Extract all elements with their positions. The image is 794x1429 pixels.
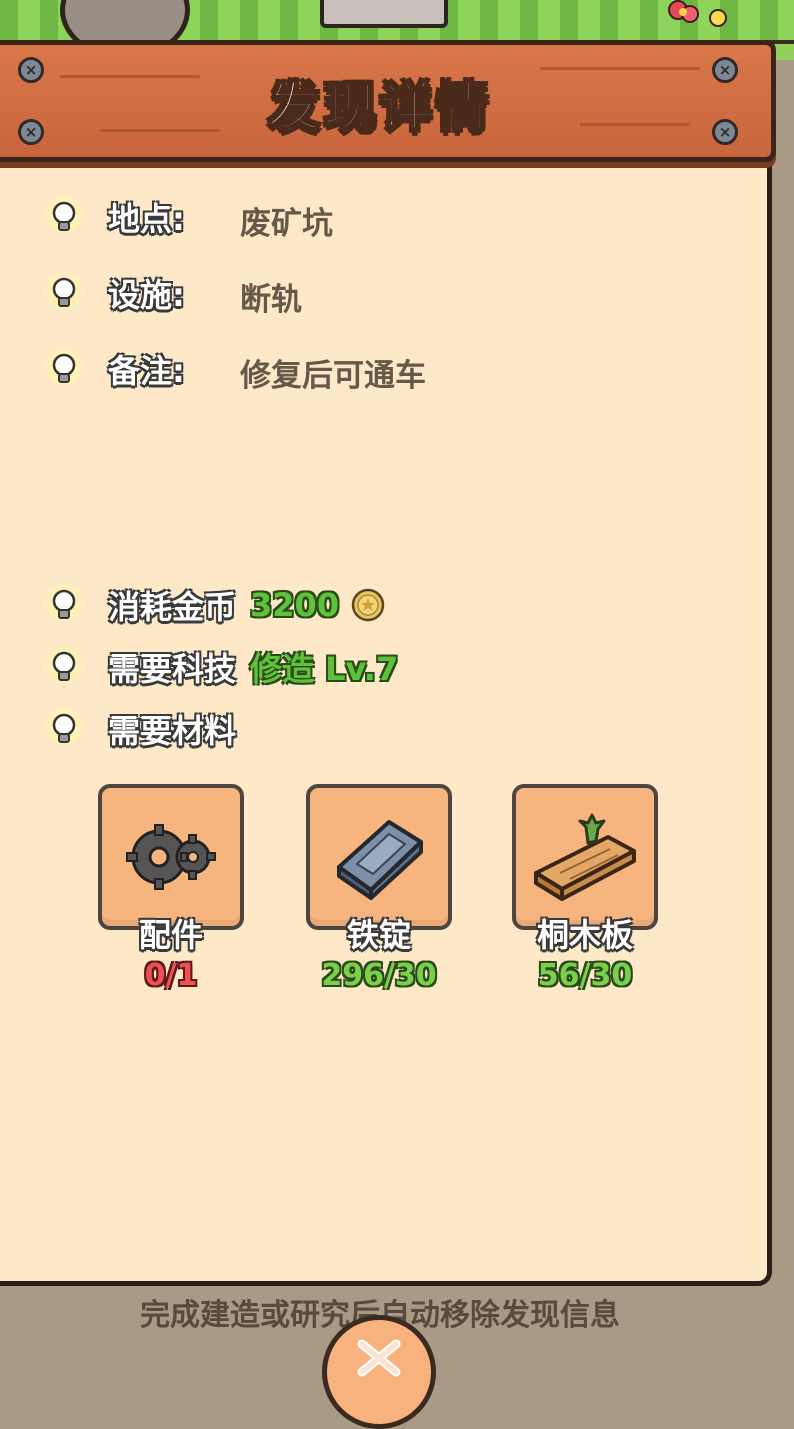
facility-value: 断轨 [240,282,302,318]
materials-label: 需要材料 [108,712,237,750]
material-name: 铁锭 [346,916,411,954]
location-label: 地点: [108,200,185,238]
wood-plank-icon [534,813,636,901]
small-flower-icon [709,9,727,27]
wooden-sign [320,0,448,28]
lightbulb-icon [46,197,82,233]
material-name: 桐木板 [536,916,633,954]
cost-row: 消耗金币 3200 [42,582,385,628]
material-tile[interactable] [512,784,658,930]
lightbulb-icon [46,273,82,309]
tech-row: 需要科技 修造 Lv.7 [42,644,398,690]
material-count: 0/1 [144,958,198,993]
lightbulb-icon [46,647,82,683]
close-button[interactable] [322,1315,436,1429]
note-label: 备注: [108,352,185,390]
tech-value: 修造 Lv.7 [250,650,399,688]
note-row: 备注: [42,346,185,392]
material-tile[interactable] [306,784,452,930]
facility-row: 设施: [42,270,185,316]
material-item-iron-ingot[interactable]: 铁锭 296/30 [304,784,454,993]
material-count: 296/30 [321,958,437,993]
lightbulb-icon [46,349,82,385]
cost-label: 消耗金币 [108,588,237,626]
gold-coin-icon [351,588,385,622]
lightbulb-icon [46,585,82,621]
material-name: 配件 [138,916,203,954]
close-icon [357,1339,401,1377]
location-value: 废矿坑 [240,206,333,242]
iron-ingot-icon [337,820,423,900]
material-item-parts[interactable]: 配件 0/1 [96,784,246,993]
gears-icon [126,824,216,890]
facility-label: 设施: [108,276,185,314]
dialog-title: 发现详情 [267,77,492,139]
tech-label: 需要科技 [108,650,237,688]
lightbulb-icon [46,709,82,745]
materials-row: 需要材料 [42,706,236,752]
material-count: 56/30 [537,958,633,993]
material-item-wood-plank[interactable]: 桐木板 56/30 [510,784,660,993]
cost-value: 3200 [250,586,340,624]
material-tile[interactable] [98,784,244,930]
title-banner: × × × × 发现详情 [0,40,776,162]
note-value: 修复后可通车 [240,358,426,394]
location-row: 地点: [42,194,185,240]
